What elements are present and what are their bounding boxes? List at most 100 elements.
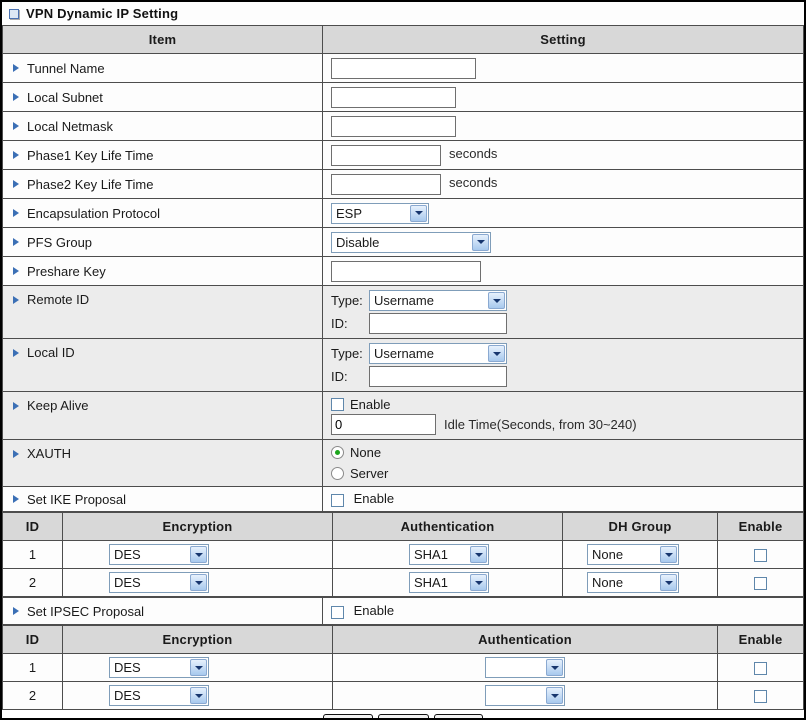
ipsec-row-2-id: 2 bbox=[2, 681, 63, 710]
bullet-icon bbox=[13, 180, 19, 188]
row-local-subnet: Local Subnet bbox=[2, 82, 804, 112]
ike-row-1-authentication-select[interactable]: SHA1 bbox=[409, 544, 489, 565]
pfs-group-select[interactable]: Disable bbox=[331, 231, 491, 253]
row-tunnel-name: Tunnel Name bbox=[2, 53, 804, 83]
row-encapsulation-protocol: Encapsulation Protocol ESP bbox=[2, 198, 804, 228]
dropdown-arrow-icon bbox=[190, 574, 207, 591]
set-ipsec-proposal-enable-checkbox[interactable] bbox=[331, 605, 344, 619]
ike-header-encryption: Encryption bbox=[62, 512, 333, 541]
phase1-key-life-time-label: Phase1 Key Life Time bbox=[27, 147, 154, 163]
preshare-key-input[interactable] bbox=[331, 260, 481, 282]
ipsec-header-enable: Enable bbox=[717, 625, 804, 654]
ike-row-1-enable-checkbox[interactable] bbox=[754, 549, 767, 563]
ipsec-row-2-authentication-select[interactable] bbox=[485, 685, 565, 706]
tunnel-name-input[interactable] bbox=[331, 57, 476, 79]
local-id-type-label: Type: bbox=[331, 346, 363, 361]
set-ike-proposal-enable-checkbox[interactable] bbox=[331, 493, 344, 507]
ipsec-row-2: 2 DES bbox=[2, 681, 804, 710]
bullet-icon bbox=[13, 151, 19, 159]
local-id-id-label: ID: bbox=[331, 369, 348, 384]
dropdown-arrow-icon bbox=[190, 546, 207, 563]
local-id-type-value: Username bbox=[374, 346, 434, 361]
keep-alive-idle-label: Idle Time(Seconds, from 30~240) bbox=[444, 416, 637, 432]
dropdown-arrow-icon bbox=[410, 204, 427, 222]
column-header-setting: Setting bbox=[322, 25, 804, 54]
page-title: VPN Dynamic IP Setting bbox=[26, 6, 179, 21]
ike-row-2-dh-group-value: None bbox=[592, 575, 624, 590]
phase1-unit-label: seconds bbox=[449, 146, 498, 162]
ipsec-row-1: 1 DES bbox=[2, 653, 804, 682]
ike-header-id: ID bbox=[2, 512, 63, 541]
dropdown-arrow-icon bbox=[488, 292, 505, 309]
bullet-icon bbox=[13, 401, 19, 410]
ipsec-row-1-encryption-value: DES bbox=[114, 660, 141, 675]
keep-alive-enable-checkbox[interactable] bbox=[331, 397, 344, 411]
dropdown-arrow-icon bbox=[660, 574, 677, 591]
ipsec-row-2-encryption-select[interactable]: DES bbox=[109, 685, 209, 706]
ipsec-row-1-encryption-select[interactable]: DES bbox=[109, 657, 209, 678]
bullet-icon bbox=[13, 348, 19, 357]
ike-header-row: ID Encryption Authentication DH Group En… bbox=[2, 512, 804, 541]
set-ipsec-proposal-label: Set IPSEC Proposal bbox=[27, 603, 145, 619]
ipsec-header-id: ID bbox=[2, 625, 63, 654]
ipsec-row-1-id: 1 bbox=[2, 653, 63, 682]
titlebar: VPN Dynamic IP Setting bbox=[2, 2, 804, 25]
dropdown-arrow-icon bbox=[190, 687, 207, 704]
local-id-input[interactable] bbox=[369, 366, 507, 387]
bullet-icon bbox=[13, 295, 19, 304]
pfs-group-label: PFS Group bbox=[27, 234, 93, 250]
remote-id-label: Remote ID bbox=[27, 292, 90, 307]
dropdown-arrow-icon bbox=[546, 659, 563, 676]
phase2-key-life-time-input[interactable] bbox=[331, 173, 441, 195]
ipsec-row-2-enable-checkbox[interactable] bbox=[754, 690, 767, 704]
ike-row-2-id: 2 bbox=[2, 568, 63, 597]
undo-button[interactable]: Undo bbox=[377, 713, 429, 718]
set-ike-proposal-label: Set IKE Proposal bbox=[27, 491, 126, 507]
ike-row-2-authentication-select[interactable]: SHA1 bbox=[409, 572, 489, 593]
ike-row-1-encryption-select[interactable]: DES bbox=[109, 544, 209, 565]
encapsulation-protocol-select[interactable]: ESP bbox=[331, 202, 429, 224]
main-settings-table: Item Setting Tunnel Name Local Subnet Lo… bbox=[2, 25, 804, 512]
remote-id-input[interactable] bbox=[369, 313, 507, 334]
ipsec-row-1-enable-checkbox[interactable] bbox=[754, 662, 767, 676]
preshare-key-label: Preshare Key bbox=[27, 263, 106, 279]
bullet-icon bbox=[13, 607, 19, 615]
ike-row-1: 1 DES SHA1 None bbox=[2, 540, 804, 569]
remote-id-type-select[interactable]: Username bbox=[369, 290, 507, 311]
keep-alive-label: Keep Alive bbox=[27, 398, 89, 413]
ike-row-2-dh-group-select[interactable]: None bbox=[587, 572, 679, 593]
ike-row-1-encryption-value: DES bbox=[114, 547, 141, 562]
row-phase1-key-life-time: Phase1 Key Life Time seconds bbox=[2, 140, 804, 170]
dropdown-arrow-icon bbox=[190, 659, 207, 676]
row-phase2-key-life-time: Phase2 Key Life Time seconds bbox=[2, 169, 804, 199]
encapsulation-protocol-value: ESP bbox=[336, 205, 363, 221]
row-xauth: XAUTH None Server bbox=[2, 439, 804, 487]
remote-id-type-label: Type: bbox=[331, 293, 363, 308]
xauth-none-radio[interactable] bbox=[331, 446, 344, 459]
row-preshare-key: Preshare Key bbox=[2, 256, 804, 286]
ipsec-header-row: ID Encryption Authentication Enable bbox=[2, 625, 804, 654]
ipsec-row-1-authentication-select[interactable] bbox=[485, 657, 565, 678]
ike-row-2-authentication-value: SHA1 bbox=[414, 575, 448, 590]
phase1-key-life-time-input[interactable] bbox=[331, 144, 441, 166]
save-button[interactable]: Save bbox=[323, 713, 373, 718]
vpn-dynamic-ip-window: VPN Dynamic IP Setting Item Setting Tunn… bbox=[0, 0, 806, 720]
set-ike-proposal-enable-label: Enable bbox=[353, 491, 395, 507]
ike-row-1-id: 1 bbox=[2, 540, 63, 569]
back-button[interactable]: Back bbox=[433, 713, 483, 718]
row-set-ike-proposal: Set IKE Proposal Enable bbox=[2, 486, 804, 512]
xauth-server-radio[interactable] bbox=[331, 467, 344, 480]
xauth-label: XAUTH bbox=[27, 446, 72, 461]
tunnel-name-label: Tunnel Name bbox=[27, 60, 105, 76]
bullet-icon bbox=[13, 122, 19, 130]
ike-row-2-enable-checkbox[interactable] bbox=[754, 577, 767, 591]
local-id-type-select[interactable]: Username bbox=[369, 343, 507, 364]
ike-row-2: 2 DES SHA1 None bbox=[2, 568, 804, 597]
local-netmask-input[interactable] bbox=[331, 115, 456, 137]
ike-proposal-table: ID Encryption Authentication DH Group En… bbox=[2, 512, 804, 597]
ike-row-2-encryption-value: DES bbox=[114, 575, 141, 590]
keep-alive-idle-input[interactable] bbox=[331, 413, 436, 435]
ike-row-2-encryption-select[interactable]: DES bbox=[109, 572, 209, 593]
ike-row-1-dh-group-select[interactable]: None bbox=[587, 544, 679, 565]
local-subnet-input[interactable] bbox=[331, 86, 456, 108]
